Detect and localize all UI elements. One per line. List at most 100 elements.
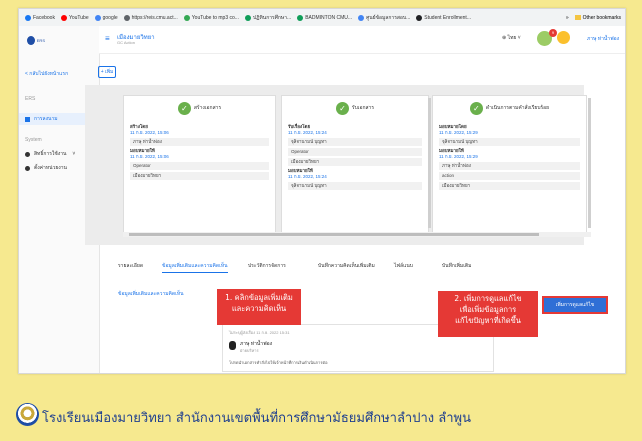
bookmark-icon: [244, 14, 251, 21]
timestamp: 11 ก.ย. 2022, 15:24: [288, 130, 327, 135]
footer-school-name: โรงเรียนเมืองมายวิทยา สำนักงานเขตพื้นที่…: [42, 411, 471, 426]
app-logo: ERS: [27, 35, 45, 45]
bookmark-item[interactable]: google: [94, 14, 118, 21]
annotation-line: และความคิดเห็น: [231, 304, 287, 313]
workflow-card: ✓ ดำเนินการตามคำสั่งเรียบร้อย มอบหมายโดย 11…: [432, 95, 587, 237]
language-selector[interactable]: ⊕ ไทย ˅: [502, 34, 521, 42]
card-scrollbar[interactable]: [588, 98, 591, 228]
bookmark-label: YouTube to mp3 co...: [191, 14, 239, 21]
annotation-line: 1. คลิกข้อมูลเพิ่มเติม: [225, 293, 293, 302]
bookmark-icon: [60, 14, 67, 21]
bookmark-item[interactable]: Facebook: [25, 14, 55, 21]
user-icon: [25, 151, 30, 157]
bookmarks-more[interactable]: »: [566, 15, 569, 21]
comment-text: โปรดนำเอกสารคำสั่งไปให้เจ้าหน้าที่การเงิ…: [229, 360, 328, 365]
sidebar-section-ers: ERS: [25, 96, 36, 102]
field-value: action: [439, 172, 580, 180]
bookmark-label: ศูนย์ข้อมูลการสอบ...: [366, 14, 411, 21]
check-icon: ✓: [177, 101, 191, 115]
section-title: ข้อมูลเพิ่มเติมและความคิดเห็น: [118, 291, 184, 297]
bookmark-icon: [25, 14, 31, 21]
bookmark-item[interactable]: https://reis.cmu.act...: [123, 14, 178, 21]
workflow-step-title: รับเอกสาร: [351, 105, 375, 111]
check-icon: ✓: [469, 101, 483, 115]
timestamp: 11 ก.ย. 2022, 15:06: [130, 130, 169, 135]
sidebar-item-label: สิทธิ์การใช้งาน: [34, 151, 67, 157]
field-value: จุลิจานามน์ บุญทา: [439, 138, 580, 146]
tab-2[interactable]: ข้อมูลเพิ่มเติมและความคิดเห็น: [162, 262, 228, 273]
tab-3[interactable]: ประวัติการจัดการ: [248, 262, 286, 270]
user-name[interactable]: ภาษุ ห่าน้ำฟอง: [587, 35, 619, 43]
add-edit-button[interactable]: เพิ่มการดูแลแก้ไข: [542, 296, 608, 314]
bookmark-label: ปฏิทินการศึกษา...: [252, 14, 292, 21]
scrollbar-thumb[interactable]: [129, 233, 539, 236]
field-value: จุลิจานามน์ บุญทา: [288, 138, 422, 146]
annotation-line: แก้ไขปัญหาที่เกิดขึ้น: [455, 316, 521, 325]
sidebar-section-system: System: [25, 137, 42, 143]
gear-icon: [25, 165, 30, 171]
bookmark-icon: [297, 14, 304, 21]
tab-6[interactable]: บันทึกเพิ่มเติม: [442, 262, 471, 270]
bookmark-label: Student Enrollment...: [424, 14, 471, 21]
annotation-step-2: 2. เพิ่มการดูแลแก้ไข เพื่อเพิ่มข้อมูลการ…: [438, 291, 538, 337]
bookmark-icon: [183, 14, 190, 21]
card-scrollbar[interactable]: [428, 98, 431, 228]
bookmark-item[interactable]: ปฏิทินการศึกษา...: [244, 14, 292, 22]
timestamp: 11 ก.ย. 2022, 15:24: [288, 174, 327, 179]
horizontal-scrollbar[interactable]: [123, 232, 591, 237]
notification-badge: 9: [549, 29, 557, 37]
bookmark-icon: [94, 14, 101, 21]
other-bookmarks[interactable]: Other bookmarks: [583, 15, 621, 21]
field-value: ภาษุ ห่าน้ำฟอง: [130, 138, 269, 146]
check-icon: ✓: [335, 101, 349, 115]
topbar: ≡ เมืองมายวิทยา GC Action ⊕ ไทย ˅ 9 ภาษุ…: [99, 26, 625, 54]
field-value: Operator: [288, 148, 422, 156]
menu-icon[interactable]: ≡: [105, 34, 110, 43]
language-label: ไทย: [507, 35, 517, 41]
workflow-card: ✓ รับเอกสาร รับเรื่องโดย 11 ก.ย. 2022, 15:2…: [281, 95, 429, 237]
back-link[interactable]: < กลับไปยังหน้าแรก: [25, 70, 68, 78]
workflow-step-title: ดำเนินการตามคำสั่งเรียบร้อย: [485, 105, 550, 111]
bookmark-item[interactable]: BADMINTON CMU...: [297, 14, 352, 21]
avatar-secondary[interactable]: [557, 31, 570, 44]
bookmark-label: Facebook: [33, 14, 55, 21]
field-value: เมืองมายวิทยา: [439, 182, 580, 190]
page-subtitle: GC Action: [117, 40, 136, 45]
author-role: ฝ่ายบริหาร: [240, 348, 259, 353]
bookmark-item[interactable]: Student Enrollment...: [416, 14, 471, 21]
bookmark-label: google: [102, 14, 118, 21]
bookmark-icon: [123, 14, 130, 21]
comment-author: ภาษุ ห่าน้ำฟอง ฝ่ายบริหาร: [229, 341, 272, 354]
timestamp: 11 ก.ย. 2022, 15:29: [439, 130, 478, 135]
bookmark-label: YouTube: [68, 14, 89, 21]
bookmark-item[interactable]: ศูนย์ข้อมูลการสอบ...: [358, 14, 410, 22]
document-icon: [25, 116, 30, 122]
bookmark-icon: [416, 14, 423, 21]
tab-1[interactable]: รายละเอียด: [118, 262, 143, 270]
add-button[interactable]: + เพิ่ม: [98, 66, 116, 78]
workflow-card-header: ✓ สร้างเอกสาร: [124, 96, 275, 120]
avatar: [229, 341, 236, 350]
tab-5[interactable]: ไฟล์แนบ: [394, 262, 413, 270]
field-value: จุลิจานามน์ บุญทา: [288, 182, 422, 190]
annotation-step-1: 1. คลิกข้อมูลเพิ่มเติม และความคิดเห็น: [217, 289, 301, 325]
annotation-line: 2. เพิ่มการดูแลแก้ไข: [454, 294, 522, 303]
timestamp: 11 ก.ย. 2022, 15:29: [439, 154, 478, 159]
tab-4[interactable]: บันทึกความคิดเห็นเพิ่มเติม: [318, 262, 375, 270]
bookmarks-bar: Facebook YouTube google https://reis.cmu.ac…: [19, 9, 625, 27]
bookmarks-right: » Other bookmarks: [566, 9, 621, 26]
bookmark-label: https://reis.cmu.act...: [131, 14, 178, 21]
workflow-step-title: สร้างเอกสาร: [193, 105, 222, 111]
sidebar-item-label: การลงนาม: [34, 116, 58, 122]
field-value: ภาษุ ห่าน้ำฟอง: [439, 162, 580, 170]
footer-banner: โรงเรียนเมืองมายวิทยา สำนักงานเขตพื้นที่…: [0, 372, 642, 441]
sidebar-item-label: ตั้งค่าหน่วยงาน: [34, 165, 67, 171]
field-value: เมืองมายวิทยา: [288, 158, 422, 166]
bookmark-item[interactable]: YouTube to mp3 co...: [183, 14, 239, 21]
workflow-card-header: ✓ ดำเนินการตามคำสั่งเรียบร้อย: [433, 96, 586, 120]
folder-icon: [574, 15, 581, 20]
bookmark-item[interactable]: YouTube: [60, 14, 89, 21]
bookmark-icon: [358, 14, 365, 21]
workflow-card: ✓ สร้างเอกสาร สร้างโดย 11 ก.ย. 2022, 15:06 ภ…: [123, 95, 276, 237]
comment-meta: ไม่ระบุผู้ส่งเรื่อง 11 ก.ย. 2022 15:31: [229, 330, 290, 335]
